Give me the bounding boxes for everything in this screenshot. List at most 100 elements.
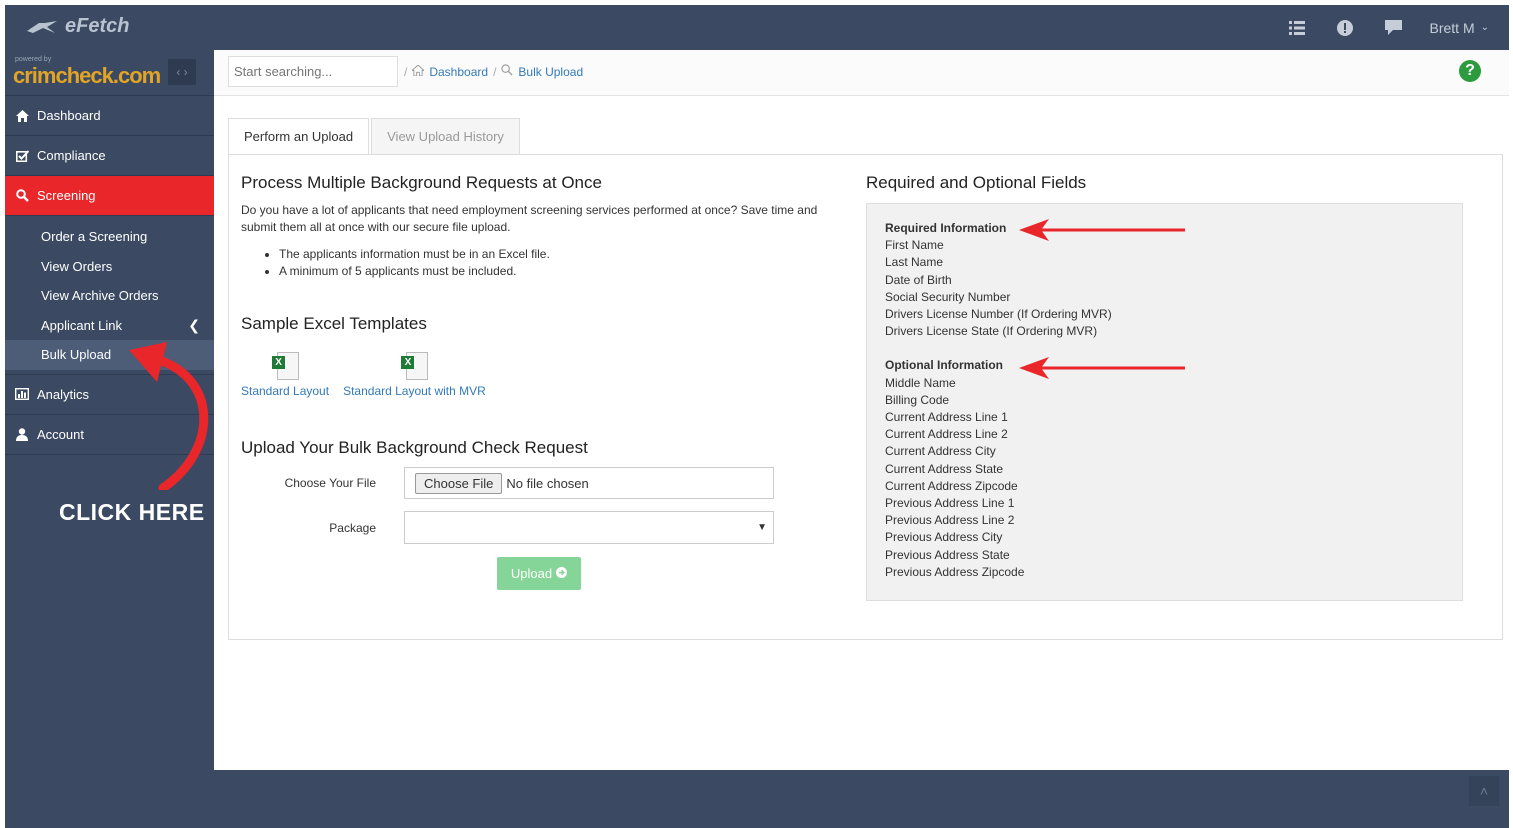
file-label: Choose Your File: [284, 476, 376, 490]
required-field: Last Name: [885, 255, 944, 270]
search-icon: [501, 64, 513, 79]
check-square-icon: [15, 149, 29, 162]
help-icon[interactable]: ?: [1459, 60, 1481, 82]
chevron-down-icon: ⌄: [1480, 22, 1489, 33]
breadcrumb-bulk-upload[interactable]: Bulk Upload: [518, 65, 583, 79]
requirements-list: The applicants information must be in an…: [241, 246, 831, 280]
breadcrumb: / Dashboard / Bulk Upload: [404, 63, 583, 79]
optional-field: Previous Address Line 2: [885, 513, 1015, 528]
home-icon: [411, 63, 426, 79]
chat-icon[interactable]: [1369, 5, 1417, 50]
required-field: Drivers License Number (If Ordering MVR): [885, 307, 1112, 322]
fields-title: Required and Optional Fields: [866, 173, 1087, 192]
select-arrow-icon: ▼: [757, 522, 767, 533]
list-item: A minimum of 5 applicants must be includ…: [279, 263, 831, 280]
home-icon: [15, 109, 29, 122]
templates-list: X Standard Layout X Standard Layout with…: [241, 352, 831, 398]
brand-logo: crimcheck.com: [13, 62, 161, 88]
efetch-logo-icon: [27, 20, 57, 33]
package-label: Package: [329, 520, 376, 535]
sidebar-item-label: Analytics: [37, 386, 90, 402]
tab-panel: Process Multiple Background Requests at …: [228, 154, 1503, 640]
sidebar-item-screening[interactable]: Screening: [5, 176, 224, 216]
app-name: eFetch: [65, 15, 130, 37]
optional-field: Current Address State: [885, 461, 1004, 476]
click-here-callout: CLICK HERE: [59, 499, 205, 525]
tab-perform-upload[interactable]: Perform an Upload: [228, 118, 370, 155]
arrow-circle-right-icon: [556, 566, 568, 581]
tab-upload-history[interactable]: View Upload History: [371, 118, 520, 155]
curved-arrow-annotation: [129, 342, 209, 490]
fields-column: Required and Optional Fields Required In…: [866, 173, 1464, 601]
file-status: No file chosen: [506, 475, 589, 491]
optional-field: Previous Address State: [885, 547, 1010, 562]
optional-field: Previous Address City: [885, 530, 1003, 545]
list-icon[interactable]: [1273, 5, 1321, 50]
submenu-label: View Archive Orders: [41, 288, 159, 304]
sidebar: powered by crimcheck.com ‹ › Dashboard C…: [5, 50, 224, 828]
choose-file-button[interactable]: Choose File: [415, 472, 503, 494]
breadcrumb-bar: / Dashboard / Bulk Upload ?: [214, 50, 1509, 96]
submenu-view-orders[interactable]: View Orders: [5, 252, 214, 282]
template-standard[interactable]: X Standard Layout: [241, 352, 329, 398]
sidebar-item-label: Compliance: [37, 148, 106, 163]
submenu-label: Applicant Link: [41, 317, 122, 333]
user-icon: [15, 427, 29, 441]
sidebar-item-label: Dashboard: [37, 108, 101, 123]
process-description: Do you have a lot of applicants that nee…: [241, 203, 818, 234]
excel-file-icon: X: [401, 352, 429, 380]
template-label: Standard Layout: [241, 384, 330, 398]
app-logo[interactable]: eFetch: [25, 15, 129, 38]
sidebar-item-label: Screening: [37, 188, 96, 203]
search-icon: [15, 189, 29, 202]
upload-column: Process Multiple Background Requests at …: [241, 173, 831, 590]
excel-file-icon: X: [272, 352, 300, 380]
sidebar-collapse-button[interactable]: ‹ ›: [168, 59, 196, 85]
user-name: Brett M: [1429, 19, 1475, 36]
required-field: Social Security Number: [885, 289, 1011, 304]
submenu-view-archive-orders[interactable]: View Archive Orders: [5, 281, 214, 311]
sidebar-item-compliance[interactable]: Compliance: [5, 136, 214, 176]
optional-field: Current Address Line 2: [885, 427, 1008, 442]
optional-field: Current Address Line 1: [885, 410, 1008, 425]
file-input[interactable]: Choose File No file chosen: [404, 467, 774, 499]
required-field: Drivers License State (If Ordering MVR): [885, 324, 1098, 339]
upload-button[interactable]: Upload: [497, 557, 581, 590]
tab-bar: Perform an Upload View Upload History: [228, 118, 522, 155]
user-menu[interactable]: Brett M ⌄: [1417, 20, 1489, 36]
optional-field: Current Address Zipcode: [885, 478, 1018, 493]
alert-icon[interactable]: [1321, 5, 1369, 50]
fields-box: Required Information First Name Last Nam…: [866, 203, 1463, 601]
submenu-order-screening[interactable]: Order a Screening: [5, 222, 214, 252]
submenu-applicant-link[interactable]: Applicant Link ❮: [5, 311, 214, 341]
optional-field: Previous Address Zipcode: [885, 564, 1025, 579]
optional-field: Current Address City: [885, 444, 996, 459]
app-frame: eFetch Brett M ⌄ powered by crimcheck.co…: [5, 5, 1509, 828]
required-field: Date of Birth: [885, 272, 952, 287]
sidebar-item-dashboard[interactable]: Dashboard: [5, 96, 214, 136]
top-bar: eFetch Brett M ⌄: [5, 5, 1509, 50]
file-row: Choose Your File Choose File No file cho…: [241, 467, 831, 499]
list-item: The applicants information must be in an…: [279, 246, 831, 263]
chevron-left-icon: ❮: [188, 316, 200, 333]
breadcrumb-separator: /: [404, 64, 408, 79]
breadcrumb-dashboard[interactable]: Dashboard: [429, 65, 488, 79]
submenu-label: Bulk Upload: [41, 347, 112, 363]
submenu-label: Order a Screening: [41, 229, 148, 245]
package-select[interactable]: ▼: [404, 511, 774, 544]
process-title: Process Multiple Background Requests at …: [241, 173, 602, 192]
templates-title: Sample Excel Templates: [241, 314, 427, 333]
template-standard-mvr[interactable]: X Standard Layout with MVR: [343, 352, 486, 398]
arrow-left-annotation: [1019, 357, 1185, 379]
optional-field: Billing Code: [885, 392, 950, 407]
arrow-left-annotation: [1019, 219, 1185, 241]
breadcrumb-separator: /: [493, 64, 497, 79]
search-input[interactable]: [228, 56, 398, 87]
chevron-up-icon: ˄: [1479, 783, 1489, 799]
bar-chart-icon: [15, 388, 29, 400]
brand-bar: powered by crimcheck.com ‹ ›: [5, 50, 214, 96]
main-content: / Dashboard / Bulk Upload ? Perform an U…: [214, 50, 1509, 770]
brand-powered-by: powered by: [15, 56, 52, 63]
scroll-top-button[interactable]: ˄: [1469, 776, 1499, 806]
package-row: Package ▼: [241, 511, 831, 544]
